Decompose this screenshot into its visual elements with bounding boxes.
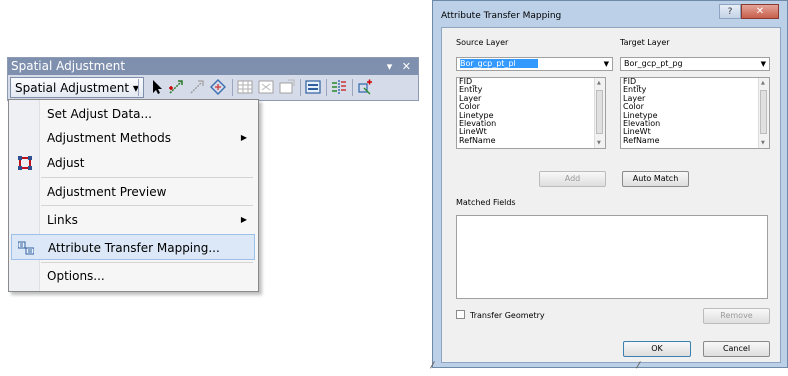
dialog-title: Attribute Transfer Mapping [441,11,562,21]
transfer-geometry-label: Transfer Geometry [470,311,545,320]
source-layer-label: Source Layer [456,38,509,47]
menu-item-label: Attribute Transfer Mapping... [48,241,220,255]
scroll-thumb[interactable] [760,90,767,134]
target-layer-dropdown[interactable]: Bor_gcp_pt_pg ▼ [620,57,770,71]
remove-button[interactable]: Remove [703,308,770,324]
scroll-up-icon[interactable]: ▲ [597,80,601,86]
chevron-down-icon: ▼ [760,60,766,68]
menu-item-label: Links [47,213,78,227]
target-layer-value: Bor_gcp_pt_pg [624,59,683,68]
multi-displacement-links-icon[interactable] [210,79,226,95]
edge-match-tool-icon[interactable] [331,79,347,95]
source-layer-value: Bor_gcp_pt_pl [460,59,538,68]
menu-item-adjustment-preview[interactable]: Adjustment Preview [11,179,255,205]
spatial-adjustment-toolbar: Spatial Adjustment ▾ ✕ Spatial Adjustmen… [7,57,419,101]
limited-adjustment-area-icon[interactable] [258,79,274,95]
scroll-up-icon[interactable]: ▲ [761,80,765,86]
menu-item-attribute-transfer-mapping[interactable]: Attribute Transfer Mapping... [11,234,255,260]
scroll-down-icon[interactable]: ▼ [597,140,601,146]
ok-button[interactable]: OK [623,341,691,357]
menu-separator [41,205,253,206]
menu-item-label: Adjust [47,156,85,170]
submenu-arrow-icon: ▶ [240,133,247,142]
spatial-adjustment-menu-label: Spatial Adjustment [15,81,130,95]
menu-item-adjustment-methods[interactable]: Adjustment Methods ▶ [11,125,255,151]
toolbar-separator [232,79,233,96]
attribute-transfer-tool-icon[interactable] [305,79,321,95]
spatial-adjustment-dropdown-menu: Set Adjust Data... Adjustment Methods ▶ … [8,99,259,292]
toolbar-title: Spatial Adjustment [11,59,126,73]
toolbar-separator [300,79,301,96]
menu-item-options[interactable]: Options... [11,263,255,289]
toolbar-controls[interactable]: ▾ ✕ [387,58,414,75]
new-identity-link-icon[interactable] [357,79,373,95]
menu-item-label: Set Adjust Data... [47,107,152,121]
cancel-button[interactable]: Cancel [703,341,770,357]
attribute-transfer-mapping-icon [18,241,34,255]
dialog-body: Source Layer Bor_gcp_pt_pl ▼ Target Laye… [441,27,781,363]
target-list-scrollbar[interactable]: ▲ ▼ [758,78,769,148]
new-displacement-link-icon[interactable] [168,79,184,95]
close-button[interactable]: ✕ [741,4,779,19]
select-arrow-icon[interactable] [149,79,165,95]
list-item[interactable]: RefName [621,136,769,145]
source-layer-dropdown[interactable]: Bor_gcp_pt_pl ▼ [456,57,613,71]
toolbar-row: Spatial Adjustment ▾ [8,76,418,99]
add-button[interactable]: Add [539,171,606,187]
attribute-transfer-mapping-dialog: Attribute Transfer Mapping ? ✕ Source La… [432,0,788,368]
source-list-scrollbar[interactable]: ▲ ▼ [594,78,605,148]
menu-separator [41,177,253,178]
view-link-table-icon[interactable] [237,79,253,95]
clear-area-icon[interactable] [279,79,295,95]
list-item[interactable]: RefName [457,136,605,145]
submenu-arrow-icon: ▶ [240,215,247,224]
menu-item-set-adjust-data[interactable]: Set Adjust Data... [11,101,255,127]
menu-item-adjust[interactable]: Adjust [11,150,255,176]
toolbar-separator [326,79,327,96]
adjust-icon [18,156,32,170]
toolbar-title-bar[interactable]: Spatial Adjustment ▾ ✕ [8,58,418,75]
modify-link-icon[interactable] [189,79,205,95]
target-fields-list[interactable]: FID_ Entity Layer Color Linetype Elevati… [620,77,770,149]
transfer-geometry-checkbox[interactable] [456,310,465,319]
matched-fields-list[interactable] [456,215,768,299]
menu-item-label: Adjustment Preview [47,185,167,199]
matched-fields-label: Matched Fields [456,198,516,207]
help-button[interactable]: ? [719,4,741,19]
chevron-down-icon: ▼ [603,60,609,68]
toolbar-separator [138,79,139,96]
toolbar-separator [352,79,353,96]
target-layer-label: Target Layer [620,38,670,47]
auto-match-button[interactable]: Auto Match [622,171,689,187]
menu-item-label: Adjustment Methods [47,131,171,145]
menu-item-links[interactable]: Links ▶ [11,207,255,233]
menu-item-label: Options... [47,269,105,283]
scroll-down-icon[interactable]: ▼ [761,140,765,146]
scroll-thumb[interactable] [596,90,603,134]
spatial-adjustment-menu-button[interactable]: Spatial Adjustment ▾ [10,77,144,98]
source-fields-list[interactable]: FID_ Entity Layer Color Linetype Elevati… [456,77,606,149]
